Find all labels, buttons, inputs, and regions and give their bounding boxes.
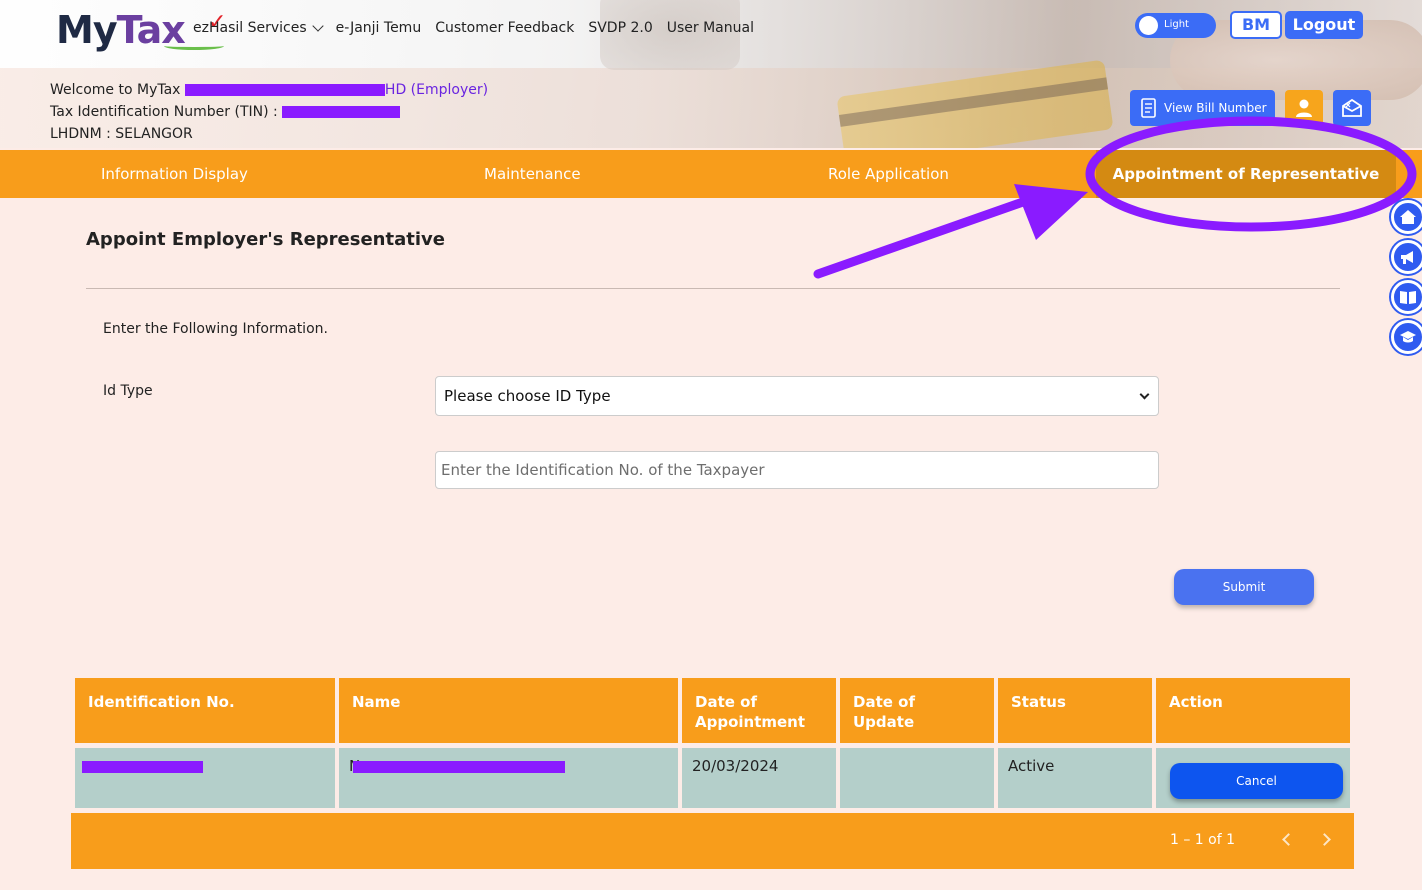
cell-identification-no: [75, 748, 335, 808]
theme-toggle[interactable]: Light: [1135, 13, 1216, 38]
page-title: Appoint Employer's Representative: [86, 229, 445, 250]
column-header-date-of-update: Date of Update: [840, 678, 994, 743]
inbox-button[interactable]: [1333, 90, 1371, 126]
nav-ezhasil-services[interactable]: ezHasil Services: [193, 20, 324, 36]
tab-maintenance[interactable]: Maintenance: [484, 150, 581, 198]
chevron-down-icon: [1139, 389, 1150, 400]
identification-number-input[interactable]: Enter the Identification No. of the Taxp…: [435, 451, 1159, 489]
cell-date-of-update: [840, 748, 994, 808]
redacted-company-name: [184, 84, 385, 96]
submit-button[interactable]: Submit: [1174, 569, 1314, 605]
chevron-right-icon[interactable]: [1318, 833, 1331, 846]
cell-name: N: [339, 748, 678, 808]
megaphone-icon: [1401, 251, 1413, 264]
side-announcement-button[interactable]: [1391, 240, 1422, 274]
annotation-arrow-shaft: [813, 191, 1045, 279]
book-icon: [1400, 291, 1416, 304]
redacted-tin: [282, 106, 401, 118]
column-header-name: Name: [339, 678, 678, 743]
document-icon: [1141, 98, 1156, 118]
id-type-select[interactable]: Please choose ID Type: [435, 376, 1159, 416]
side-guide-button[interactable]: [1391, 280, 1422, 314]
home-icon: [1400, 210, 1416, 224]
column-header-date-of-appointment: Date of Appointment: [682, 678, 836, 743]
logout-button[interactable]: Logout: [1285, 11, 1363, 39]
toggle-knob: [1139, 16, 1158, 35]
tab-information-display[interactable]: Information Display: [101, 150, 248, 198]
cell-status: Active: [998, 748, 1152, 808]
form-instruction: Enter the Following Information.: [103, 321, 328, 337]
cell-date-of-appointment: 20/03/2024: [682, 748, 836, 808]
nav-user-manual[interactable]: User Manual: [667, 20, 754, 36]
side-education-button[interactable]: [1391, 320, 1422, 354]
mail-icon: [1342, 98, 1362, 117]
profile-button[interactable]: [1285, 90, 1323, 126]
mytax-logo[interactable]: My Tax ✓: [56, 4, 226, 52]
redacted-identification-no: [82, 760, 203, 773]
top-nav: ezHasil Services e-Janji Temu Customer F…: [193, 20, 768, 36]
tab-role-application[interactable]: Role Application: [828, 150, 949, 198]
column-header-action: Action: [1156, 678, 1350, 743]
account-info: Welcome to MyTax HD (Employer) Tax Ident…: [50, 82, 489, 142]
divider: [86, 288, 1340, 289]
column-header-status: Status: [998, 678, 1152, 743]
cancel-button[interactable]: Cancel: [1170, 763, 1343, 799]
view-bill-number-button[interactable]: View Bill Number: [1130, 90, 1275, 126]
user-icon: [1296, 99, 1312, 117]
column-header-identification-no: Identification No.: [75, 678, 335, 743]
tab-appointment-of-representative[interactable]: Appointment of Representative: [1096, 150, 1396, 198]
language-button[interactable]: BM: [1230, 11, 1282, 39]
nav-svdp[interactable]: SVDP 2.0: [588, 20, 652, 36]
pagination-range: 1 – 1 of 1: [1170, 832, 1236, 848]
side-home-button[interactable]: [1391, 200, 1422, 234]
redacted-name: [353, 760, 566, 773]
nav-customer-feedback[interactable]: Customer Feedback: [435, 20, 574, 36]
chevron-left-icon[interactable]: [1282, 833, 1295, 846]
chevron-down-icon: [311, 20, 324, 32]
table-pagination: 1 – 1 of 1: [71, 813, 1354, 869]
graduation-cap-icon: [1400, 331, 1416, 343]
nav-e-janji-temu[interactable]: e-Janji Temu: [336, 20, 422, 36]
id-type-label: Id Type: [103, 383, 153, 399]
